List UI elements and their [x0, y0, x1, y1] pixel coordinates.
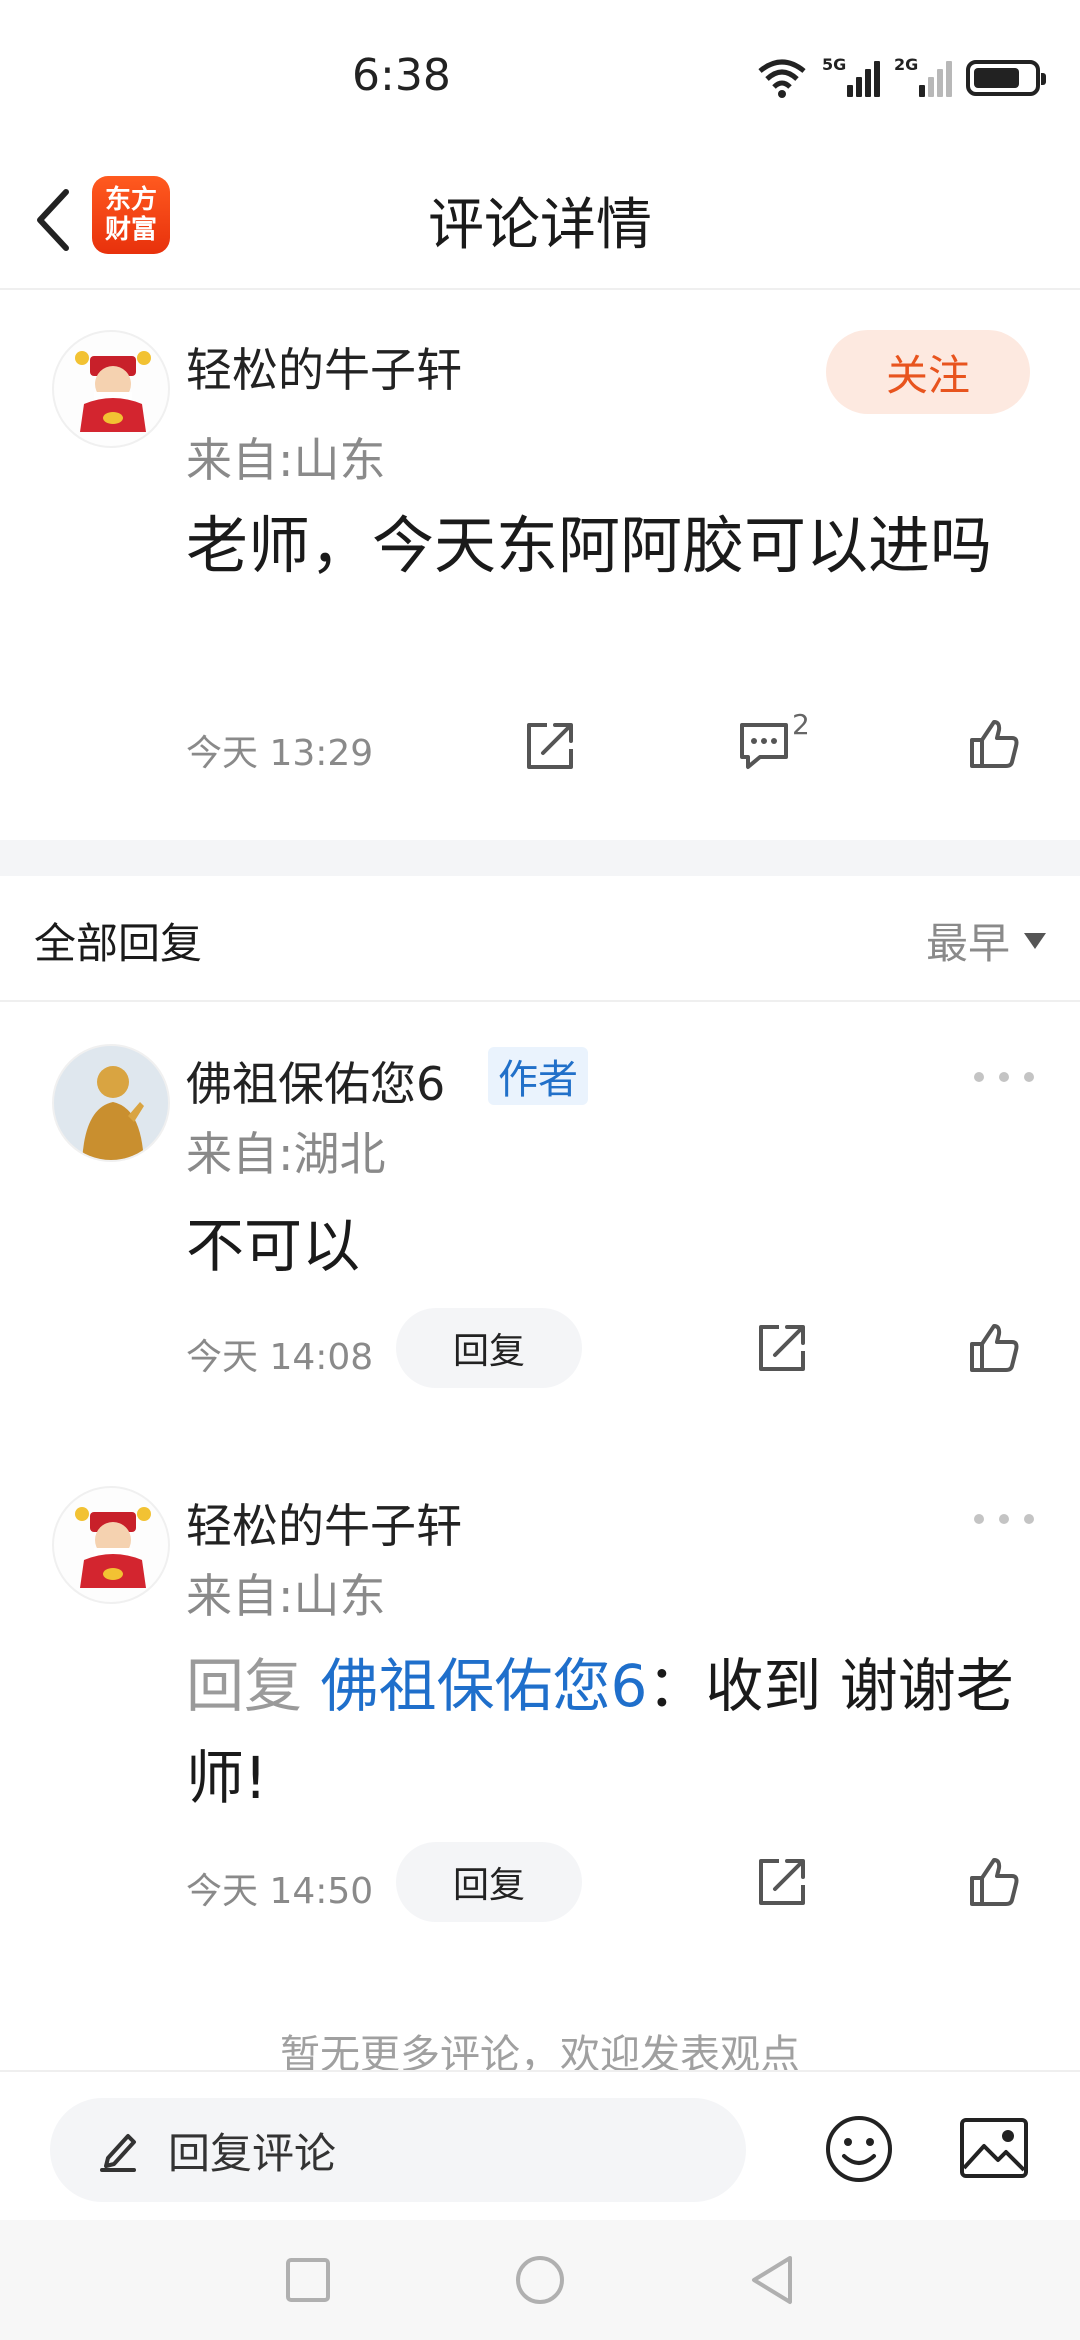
- image-icon: [960, 2118, 1028, 2178]
- share-button[interactable]: [750, 1316, 814, 1380]
- status-icons: 5G 2G: [756, 55, 1046, 100]
- like-button[interactable]: [962, 1316, 1026, 1380]
- header: 东方 财富 评论详情: [0, 150, 1080, 290]
- dropdown-triangle-icon: [1024, 932, 1046, 949]
- emoji-button[interactable]: [824, 2114, 894, 2184]
- avatar[interactable]: [52, 1044, 170, 1162]
- circle-icon: [516, 2256, 564, 2304]
- share-icon: [759, 1325, 805, 1371]
- comment-icon: [740, 723, 788, 769]
- follow-button[interactable]: 关注: [826, 330, 1030, 414]
- share-icon: [759, 1859, 805, 1905]
- share-icon: [527, 723, 573, 769]
- reply-time: 今天 14:08: [186, 1337, 374, 1378]
- status-time: 6:38: [352, 50, 451, 101]
- more-button[interactable]: [974, 1062, 1034, 1092]
- avatar[interactable]: [52, 330, 170, 448]
- buddha-avatar-icon: [54, 1046, 168, 1160]
- signal-5g-icon: 5G: [822, 55, 880, 97]
- image-button[interactable]: [958, 2116, 1030, 2180]
- status-bar: 6:38 5G 2G: [0, 0, 1080, 150]
- section-divider: [0, 840, 1080, 876]
- triangle-back-icon: [752, 2256, 792, 2304]
- square-icon: [286, 2258, 330, 2302]
- reply-text: 回复 佛祖保佑您6：收到 谢谢老师!: [186, 1640, 1026, 1824]
- bottom-input-bar: 回复评论: [0, 2070, 1080, 2220]
- reply-location: 来自:湖北: [186, 1127, 386, 1181]
- sort-label: 最早: [925, 919, 1010, 968]
- reply-input[interactable]: 回复评论: [50, 2098, 746, 2202]
- reply-target-link[interactable]: 佛祖保佑您6: [320, 1652, 647, 1720]
- back-nav-button[interactable]: [742, 2250, 802, 2310]
- emoji-icon: [826, 2116, 892, 2182]
- like-icon: [970, 1324, 1019, 1372]
- reply-button[interactable]: 回复: [396, 1842, 582, 1922]
- like-icon: [970, 1858, 1019, 1906]
- reply-button[interactable]: 回复: [396, 1308, 582, 1388]
- caishen-avatar-icon: [75, 351, 151, 432]
- like-button[interactable]: [962, 1850, 1026, 1914]
- reply-location: 来自:山东: [186, 1569, 386, 1623]
- reply-prefix: 回复: [186, 1652, 321, 1720]
- section-line: [0, 1000, 1080, 1002]
- avatar[interactable]: [52, 1486, 170, 1604]
- main-location: 来自:山东: [186, 433, 386, 487]
- battery-icon: [966, 60, 1046, 96]
- main-comment-text: 老师，今天东阿阿胶可以进吗: [186, 509, 993, 582]
- system-nav-bar: [0, 2220, 1080, 2340]
- replies-section-title: 全部回复: [34, 919, 203, 968]
- share-button[interactable]: [518, 714, 582, 778]
- page-title: 评论详情: [428, 193, 652, 258]
- home-button[interactable]: [510, 2250, 570, 2310]
- main-comment-time: 今天 13:29: [186, 733, 374, 774]
- reply-input-placeholder: 回复评论: [168, 2128, 337, 2178]
- reply-text: 不可以: [186, 1212, 361, 1280]
- signal-2g-icon: 2G: [894, 55, 952, 97]
- reply-time: 今天 14:50: [186, 1871, 374, 1912]
- no-more-comments-hint: 暂无更多评论，欢迎发表观点: [280, 2032, 800, 2072]
- like-icon: [970, 720, 1019, 768]
- sort-dropdown[interactable]: 最早: [926, 910, 1046, 971]
- comment-count: 2: [792, 708, 810, 741]
- reply-username[interactable]: 佛祖保佑您6: [186, 1048, 445, 1114]
- comment-button[interactable]: [732, 714, 796, 778]
- wifi-icon: [758, 59, 806, 98]
- more-button[interactable]: [974, 1504, 1034, 1534]
- like-button[interactable]: [962, 712, 1026, 776]
- author-tag: 作者: [488, 1047, 588, 1105]
- share-button[interactable]: [750, 1850, 814, 1914]
- recent-apps-button[interactable]: [278, 2250, 338, 2310]
- main-username[interactable]: 轻松的牛子轩: [186, 334, 462, 400]
- edit-icon: [100, 2134, 136, 2172]
- caishen-avatar-icon: [75, 1507, 151, 1588]
- reply-username[interactable]: 轻松的牛子轩: [186, 1490, 462, 1556]
